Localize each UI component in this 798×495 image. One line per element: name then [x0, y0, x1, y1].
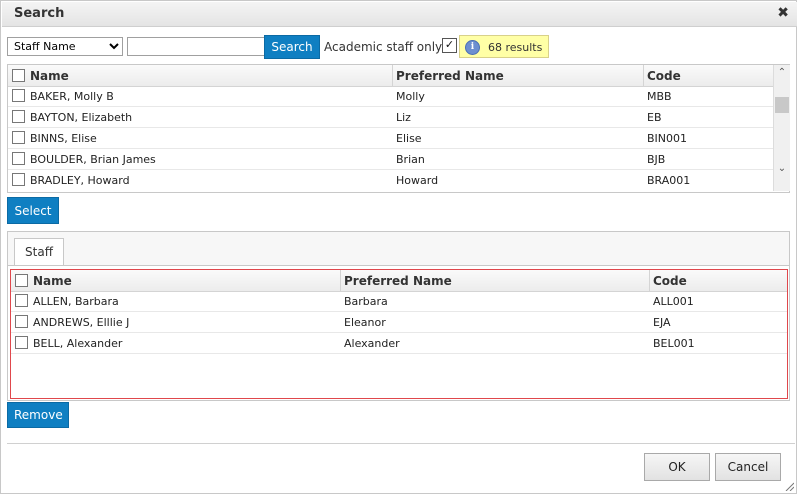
table-row[interactable]: BRADLEY, Howard Howard BRA001: [8, 170, 773, 191]
row-checkbox[interactable]: [15, 315, 28, 328]
row-name: BINNS, Elise: [30, 132, 97, 145]
search-dialog: Search ✖ Staff Name Search Academic staf…: [0, 0, 797, 494]
selected-tab-panel: Staff Name Preferred Name Code ALLEN, Ba…: [7, 231, 790, 401]
row-preferred-name: Elise: [396, 132, 422, 145]
table-row[interactable]: BOULDER, Brian James Brian BJB: [8, 149, 773, 170]
row-preferred-name: Eleanor: [344, 316, 386, 329]
row-checkbox[interactable]: [12, 110, 25, 123]
row-checkbox[interactable]: [15, 336, 28, 349]
table-row[interactable]: BELL, Alexander Alexander BEL001: [11, 333, 787, 354]
scroll-up-icon[interactable]: ⌃: [774, 67, 790, 81]
scroll-down-icon[interactable]: ⌄: [774, 163, 790, 177]
row-name: BRADLEY, Howard: [30, 174, 130, 187]
dialog-title: Search: [14, 6, 65, 21]
row-name: BAYTON, Elizabeth: [30, 111, 133, 124]
scrollbar-thumb[interactable]: [775, 97, 789, 113]
close-icon[interactable]: ✖: [777, 5, 789, 21]
row-preferred-name: Alexander: [344, 337, 400, 350]
selected-staff-grid: Name Preferred Name Code ALLEN, Barbara …: [10, 269, 788, 399]
table-row[interactable]: BAYTON, Elizabeth Liz EB: [8, 107, 773, 128]
row-code: BIN001: [647, 132, 688, 145]
footer-divider: [7, 443, 795, 444]
academic-only-label: Academic staff only?: [324, 40, 449, 54]
row-preferred-name: Molly: [396, 90, 425, 103]
column-header-name[interactable]: Name: [33, 274, 72, 288]
tab-staff[interactable]: Staff: [14, 238, 64, 265]
column-separator: [392, 65, 393, 86]
row-code: BRA001: [647, 174, 691, 187]
column-header-code[interactable]: Code: [653, 274, 687, 288]
row-code: MBB: [647, 90, 672, 103]
select-all-checkbox[interactable]: [12, 69, 25, 82]
results-count-badge: i 68 results: [459, 35, 549, 58]
info-icon: i: [465, 40, 480, 55]
results-grid-header: Name Preferred Name Code: [8, 65, 789, 87]
results-count-text: 68 results: [488, 41, 543, 54]
row-code: BJB: [647, 153, 666, 166]
table-row[interactable]: BINNS, Elise Elise BIN001: [8, 128, 773, 149]
results-grid: Name Preferred Name Code BAKER, Molly B …: [7, 64, 790, 193]
ok-button[interactable]: OK: [644, 453, 710, 481]
row-name: BOULDER, Brian James: [30, 153, 156, 166]
academic-only-checkbox[interactable]: ✓: [442, 38, 457, 53]
results-scrollbar[interactable]: ⌃ ⌄: [773, 65, 790, 191]
column-header-preferred-name[interactable]: Preferred Name: [344, 274, 452, 288]
column-separator: [649, 270, 650, 291]
resize-grip-icon[interactable]: [784, 481, 794, 491]
row-name: ANDREWS, Elllie J: [33, 316, 130, 329]
row-code: BEL001: [653, 337, 695, 350]
row-checkbox[interactable]: [12, 89, 25, 102]
remove-button[interactable]: Remove: [7, 402, 69, 428]
cancel-button[interactable]: Cancel: [715, 453, 781, 481]
selected-grid-header: Name Preferred Name Code: [11, 270, 787, 292]
row-preferred-name: Liz: [396, 111, 411, 124]
tab-strip: Staff: [8, 232, 789, 266]
row-code: EJA: [653, 316, 671, 329]
row-checkbox[interactable]: [12, 131, 25, 144]
row-checkbox[interactable]: [15, 294, 28, 307]
search-input[interactable]: [127, 37, 269, 56]
row-checkbox[interactable]: [12, 173, 25, 186]
row-code: ALL001: [653, 295, 694, 308]
row-name: BELL, Alexander: [33, 337, 123, 350]
column-header-code[interactable]: Code: [647, 69, 681, 83]
search-field-select[interactable]: Staff Name: [7, 37, 123, 56]
column-separator: [643, 65, 644, 86]
row-name: BAKER, Molly B: [30, 90, 114, 103]
row-preferred-name: Barbara: [344, 295, 388, 308]
row-preferred-name: Brian: [396, 153, 425, 166]
select-all-checkbox[interactable]: [15, 274, 28, 287]
row-preferred-name: Howard: [396, 174, 439, 187]
table-row[interactable]: ALLEN, Barbara Barbara ALL001: [11, 291, 787, 312]
column-header-preferred-name[interactable]: Preferred Name: [396, 69, 504, 83]
column-separator: [340, 270, 341, 291]
dialog-titlebar[interactable]: Search ✖: [2, 2, 797, 27]
search-toolbar: Staff Name Search Academic staff only? ✓…: [7, 35, 787, 59]
table-row[interactable]: BAKER, Molly B Molly MBB: [8, 86, 773, 107]
search-button[interactable]: Search: [264, 35, 320, 59]
row-code: EB: [647, 111, 662, 124]
column-header-name[interactable]: Name: [30, 69, 69, 83]
row-checkbox[interactable]: [12, 152, 25, 165]
table-row[interactable]: ANDREWS, Elllie J Eleanor EJA: [11, 312, 787, 333]
row-name: ALLEN, Barbara: [33, 295, 119, 308]
select-button[interactable]: Select: [7, 197, 59, 224]
